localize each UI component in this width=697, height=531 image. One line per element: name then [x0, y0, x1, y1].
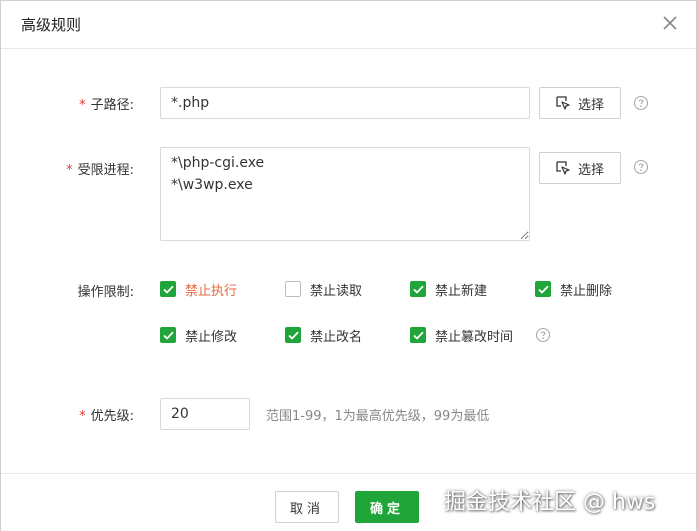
checkbox-forbid-modify[interactable]: 禁止修改 — [160, 325, 237, 345]
subpath-select-button[interactable]: 选择 — [539, 87, 621, 119]
advanced-rule-dialog: 高级规则 *子路径: 选择 *受限进程: *\php-cgi.exe *\w3w… — [0, 0, 697, 531]
process-select-button[interactable]: 选择 — [539, 152, 621, 184]
cursor-select-icon — [556, 96, 570, 110]
cursor-select-icon — [556, 161, 570, 175]
checkmark-icon[interactable] — [410, 327, 426, 343]
checkbox-forbid-execute[interactable]: 禁止执行 — [160, 279, 237, 299]
close-icon[interactable] — [660, 13, 680, 33]
process-label: * 受限进程: — [66, 163, 134, 178]
watermark: 掘金技术社区 @ hws — [444, 490, 656, 515]
checkmark-icon[interactable] — [160, 281, 176, 297]
cancel-button[interactable]: 取消 — [275, 491, 339, 523]
checkbox-forbid-read[interactable]: 禁止读取 — [285, 279, 362, 299]
dialog-header: 高级规则 — [1, 1, 696, 49]
checkbox-forbid-create[interactable]: 禁止新建 — [410, 279, 487, 299]
checkbox-empty[interactable] — [285, 281, 301, 297]
process-textarea[interactable]: *\php-cgi.exe *\w3wp.exe — [160, 147, 530, 241]
priority-hint: 范围1-99，1为最高优先级，99为最低 — [266, 409, 490, 424]
help-circle-icon[interactable] — [633, 95, 649, 111]
checkmark-icon[interactable] — [410, 281, 426, 297]
checkbox-forbid-tamper-time[interactable]: 禁止篡改时间 — [410, 325, 513, 345]
priority-input[interactable] — [160, 398, 250, 430]
priority-label: * 优先级: — [79, 409, 134, 424]
checkbox-forbid-rename[interactable]: 禁止改名 — [285, 325, 362, 345]
subpath-input[interactable] — [160, 87, 530, 119]
checkmark-icon[interactable] — [160, 327, 176, 343]
help-circle-icon[interactable] — [535, 327, 551, 343]
operations-label: 操作限制: — [77, 285, 134, 300]
subpath-label: * 子路径: — [79, 98, 134, 113]
checkmark-icon[interactable] — [285, 327, 301, 343]
ok-button[interactable]: 确定 — [355, 491, 419, 523]
checkbox-forbid-delete[interactable]: 禁止删除 — [535, 279, 612, 299]
help-circle-icon[interactable] — [633, 159, 649, 175]
checkmark-icon[interactable] — [535, 281, 551, 297]
dialog-title: 高级规则 — [21, 16, 82, 34]
